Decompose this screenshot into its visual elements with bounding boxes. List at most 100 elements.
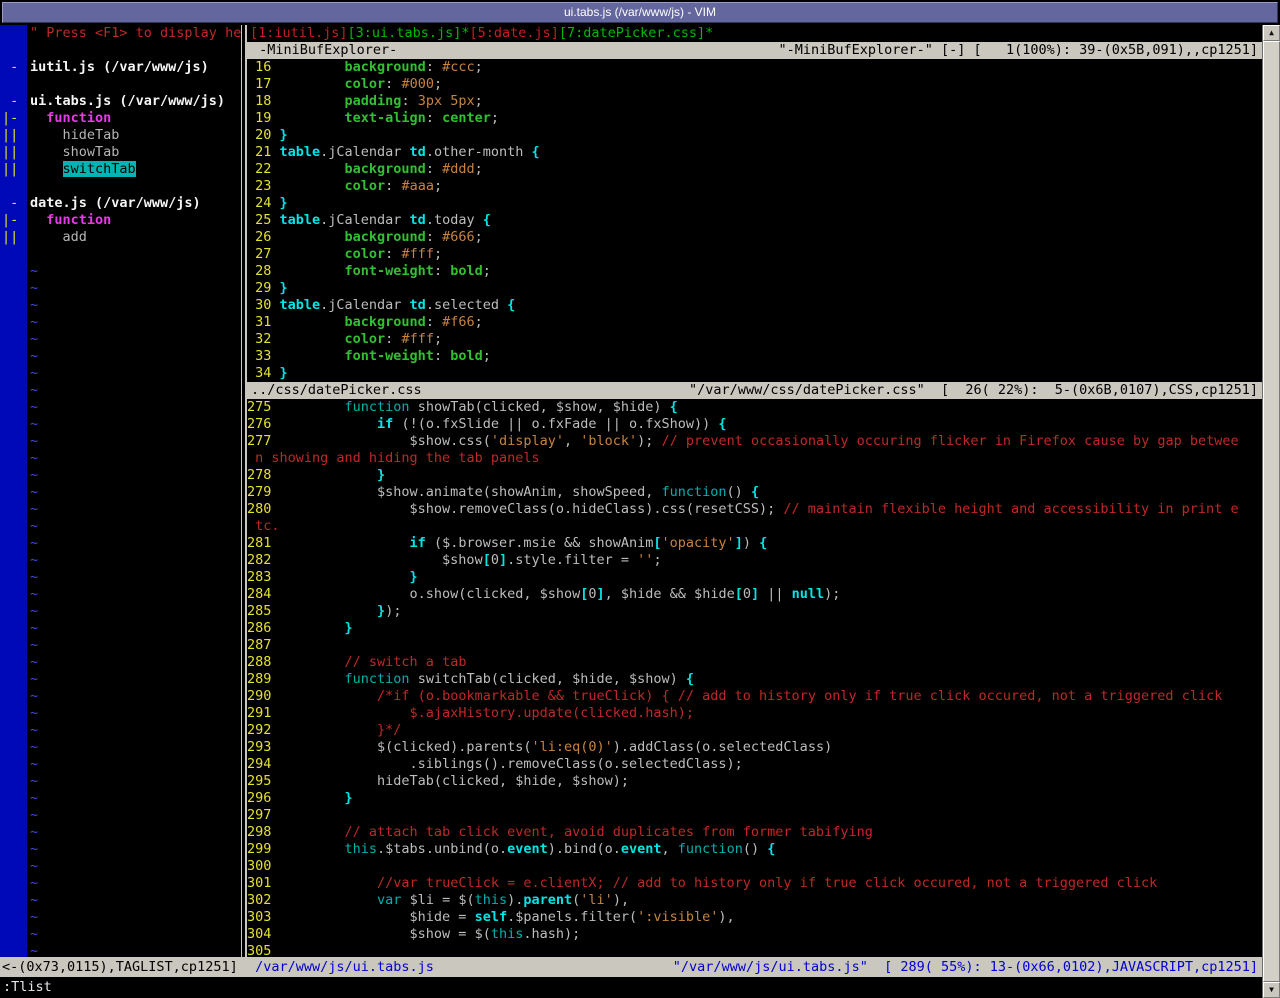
vertical-scrollbar[interactable]: ▲ ▼ [1262, 25, 1280, 998]
css-code-line: 20} [247, 127, 1262, 144]
minibufexplorer-buffer-line: [1:iutil.js][3:ui.tabs.js]*[5:date.js][7… [247, 25, 1262, 42]
js-code-line: 294 .siblings().removeClass(o.selectedCl… [247, 756, 1262, 773]
fold-column [0, 620, 27, 637]
line-number: 278 [247, 467, 271, 484]
fold-column [0, 297, 27, 314]
fold-column [0, 76, 27, 93]
fold-marker-icon[interactable]: - [0, 195, 27, 212]
fold-column [0, 705, 27, 722]
fold-marker-icon[interactable]: || [0, 161, 27, 178]
fold-column [0, 535, 27, 552]
fold-marker-icon[interactable]: || [0, 229, 27, 246]
command-line[interactable]: :Tlist [0, 977, 1262, 998]
css-status-line: ../css/datePicker.css "/var/www/css/date… [247, 382, 1262, 399]
line-number: 279 [247, 484, 271, 501]
js-code-line: 286 } [247, 620, 1262, 637]
line-number: 282 [247, 552, 271, 569]
js-code-line: 283 } [247, 569, 1262, 586]
taglist-tag-item[interactable]: || showTab [0, 144, 241, 161]
line-number: 18 [247, 93, 271, 110]
window-title-bar[interactable]: ui.tabs.js (/var/www/js) - VIM [2, 2, 1278, 23]
line-number: 281 [247, 535, 271, 552]
fold-column [0, 399, 27, 416]
fold-marker-icon[interactable]: - [0, 93, 27, 110]
taglist-kind-item[interactable]: |- function [0, 212, 241, 229]
scrollbar-up-icon[interactable]: ▲ [1263, 25, 1280, 41]
taglist-tilde-line: ~ [0, 569, 241, 586]
window-row: " Press <F1> to display hel -iutil.js (/… [0, 25, 1262, 957]
css-code-line: 28 font-weight: bold; [247, 263, 1262, 280]
line-number: 29 [247, 280, 271, 297]
taglist-window[interactable]: " Press <F1> to display hel -iutil.js (/… [0, 25, 241, 957]
fold-column [0, 671, 27, 688]
js-code-line: 293 $(clicked).parents('li:eq(0)').addCl… [247, 739, 1262, 756]
css-code-line: 30table.jCalendar td.selected { [247, 297, 1262, 314]
line-number: 299 [247, 841, 271, 858]
fold-marker-icon[interactable]: |- [0, 212, 27, 229]
taglist-tag-item[interactable]: || switchTab [0, 161, 241, 178]
css-code-line: 17 color: #000; [247, 76, 1262, 93]
js-code-line: 287 [247, 637, 1262, 654]
fold-column [0, 790, 27, 807]
fold-column [0, 501, 27, 518]
taglist-empty-line [0, 178, 241, 195]
js-code-line: 281 if ($.browser.msie && showAnim['opac… [247, 535, 1262, 552]
fold-column [0, 841, 27, 858]
scrollbar-down-icon[interactable]: ▼ [1263, 982, 1280, 998]
line-number: 21 [247, 144, 271, 161]
line-number: 296 [247, 790, 271, 807]
taglist-tilde-line: ~ [0, 399, 241, 416]
taglist-tilde-line: ~ [0, 705, 241, 722]
line-number: 20 [247, 127, 271, 144]
fold-marker-icon[interactable]: || [0, 144, 27, 161]
taglist-file-item[interactable]: -ui.tabs.js (/var/www/js) [0, 93, 241, 110]
fold-marker-icon[interactable]: || [0, 127, 27, 144]
fold-column [0, 637, 27, 654]
taglist-tag-item[interactable]: || hideTab [0, 127, 241, 144]
js-code-line: 303 $hide = self.$panels.filter(':visibl… [247, 909, 1262, 926]
line-number: 289 [247, 671, 271, 688]
fold-column [0, 926, 27, 943]
js-code-line: 280 $show.removeClass(o.hideClass).css(r… [247, 501, 1262, 518]
taglist-help-line: " Press <F1> to display hel [0, 25, 241, 42]
taglist-kind-item[interactable]: |- function [0, 110, 241, 127]
line-number: 293 [247, 739, 271, 756]
line-number: 22 [247, 161, 271, 178]
css-buffer-window[interactable]: 16 background: #ccc;17 color: #000;18 pa… [247, 59, 1262, 382]
css-code-line: 31 background: #f66; [247, 314, 1262, 331]
fold-column [0, 42, 27, 59]
line-number: 294 [247, 756, 271, 773]
css-code-line: 27 color: #fff; [247, 246, 1262, 263]
taglist-tilde-line: ~ [0, 620, 241, 637]
js-code-line: 291 $.ajaxHistory.update(clicked.hash); [247, 705, 1262, 722]
scrollbar-thumb[interactable] [1263, 41, 1280, 982]
buffer-tab[interactable]: [5:date.js] [469, 25, 558, 41]
line-number: 286 [247, 620, 271, 637]
css-code-line: 24} [247, 195, 1262, 212]
taglist-tilde-line: ~ [0, 739, 241, 756]
fold-marker-icon[interactable]: |- [0, 110, 27, 127]
buffer-tab[interactable]: [7:datePicker.css]* [559, 25, 713, 41]
line-number: 24 [247, 195, 271, 212]
fold-column [0, 824, 27, 841]
taglist-tilde-line: ~ [0, 263, 241, 280]
taglist-file-item[interactable]: -iutil.js (/var/www/js) [0, 59, 241, 76]
line-number: 304 [247, 926, 271, 943]
css-code-line: 19 text-align: center; [247, 110, 1262, 127]
buffer-tab[interactable]: [3:ui.tabs.js]* [348, 25, 470, 41]
taglist-tilde-line: ~ [0, 365, 241, 382]
buffer-tab[interactable]: [1:iutil.js] [250, 25, 348, 41]
active-file-status-text: /var/www/js/ui.tabs.js [247, 957, 434, 977]
taglist-file-item[interactable]: -date.js (/var/www/js) [0, 195, 241, 212]
active-file-status-right: "/var/www/js/ui.tabs.js" [ 289( 55%): 13… [673, 957, 1262, 977]
js-code-line: 282 $show[0].style.filter = ''; [247, 552, 1262, 569]
javascript-buffer-window[interactable]: 275 function showTab(clicked, $show, $hi… [247, 399, 1262, 957]
taglist-tag-item[interactable]: || add [0, 229, 241, 246]
fold-marker-icon[interactable]: - [0, 59, 27, 76]
line-number: 287 [247, 637, 271, 654]
fold-column [0, 348, 27, 365]
taglist-tilde-line: ~ [0, 824, 241, 841]
js-code-line: 288 // switch a tab [247, 654, 1262, 671]
taglist-tilde-line: ~ [0, 501, 241, 518]
taglist-tilde-line: ~ [0, 535, 241, 552]
